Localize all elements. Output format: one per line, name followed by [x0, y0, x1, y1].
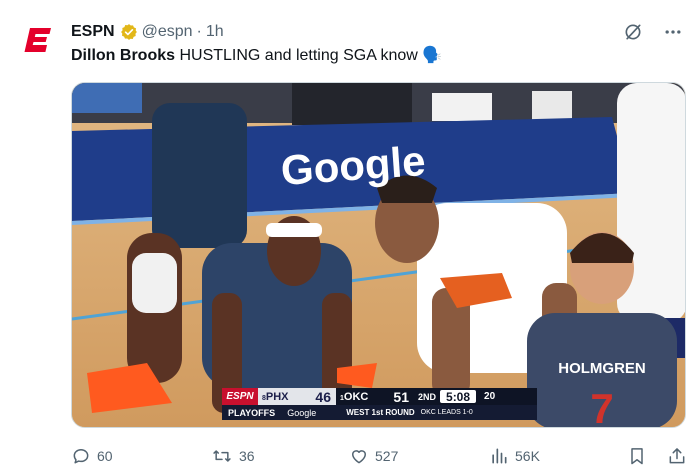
views-button[interactable]: 56K	[489, 446, 540, 466]
share-icon	[669, 448, 685, 464]
scorebug-playoffs: PLAYOFFS	[228, 407, 276, 418]
author-name[interactable]: ESPN	[71, 23, 115, 41]
tweet-text: Dillon Brooks HUSTLING and letting SGA k…	[71, 44, 684, 68]
scorebug-team-okc: 1OKC 51	[336, 388, 414, 405]
video-frame: HOLMGREN 7 Google	[72, 83, 685, 428]
views-chart-icon	[492, 448, 507, 464]
repost-button[interactable]: 36	[211, 446, 255, 466]
author-handle[interactable]: @espn	[142, 23, 193, 41]
tweet-video[interactable]: HOLMGREN 7 Google ESPN 8PHX 46 1OKC 51 2…	[71, 82, 686, 428]
team2-score: 51	[393, 388, 409, 405]
court-banner-text: Google	[279, 137, 427, 194]
scorebug-quarter: 2ND	[418, 391, 437, 402]
tweet-text-bold: Dillon Brooks	[71, 47, 176, 64]
tweet-text-body: HUSTLING and letting SGA know	[175, 47, 423, 64]
tweet-header: ESPN @espn · 1h	[71, 20, 684, 44]
heart-icon	[352, 450, 366, 464]
repost-icon	[213, 450, 231, 462]
team1-score: 46	[315, 388, 331, 405]
scorebug-series: OKC LEADS 1-0	[420, 409, 473, 416]
separator-dot: ·	[196, 23, 202, 40]
share-button[interactable]	[667, 446, 693, 466]
speaking-head-emoji: 🗣️	[422, 47, 443, 64]
reply-icon	[73, 449, 89, 464]
jersey-number: 7	[590, 385, 613, 428]
like-button[interactable]: 527	[349, 446, 398, 466]
scorebug: ESPN 8PHX 46 1OKC 51 2ND 5:08 20 PLAYOFF…	[222, 388, 537, 420]
repost-count: 36	[239, 448, 255, 464]
more-options-icon[interactable]	[662, 21, 684, 43]
bookmark-icon	[631, 448, 643, 465]
scorebug-sponsor: Google	[287, 407, 317, 418]
verified-badge-icon	[120, 23, 138, 41]
tweet-timestamp[interactable]: 1h	[206, 23, 224, 41]
team2-name: OKC	[343, 390, 369, 403]
grok-icon[interactable]	[622, 21, 644, 43]
bookmark-button[interactable]	[627, 446, 653, 466]
espn-avatar[interactable]	[16, 18, 60, 62]
scorebug-shot-clock: 20	[484, 391, 496, 402]
scorebug-round: WEST 1st ROUND	[346, 408, 415, 417]
tweet-action-bar: 60 36 527 56K	[71, 440, 685, 472]
scorebug-network: ESPN	[222, 388, 258, 405]
like-count: 527	[375, 448, 399, 464]
views-count: 56K	[515, 448, 540, 464]
team1-name: PHX	[265, 390, 289, 403]
scorebug-team-phx: 8PHX 46	[258, 388, 336, 405]
scorebug-clock: 5:08	[440, 390, 477, 404]
reply-button[interactable]: 60	[71, 446, 113, 466]
espn-logo-icon	[24, 28, 51, 52]
reply-count: 60	[97, 448, 113, 464]
jersey-name: HOLMGREN	[558, 360, 646, 377]
